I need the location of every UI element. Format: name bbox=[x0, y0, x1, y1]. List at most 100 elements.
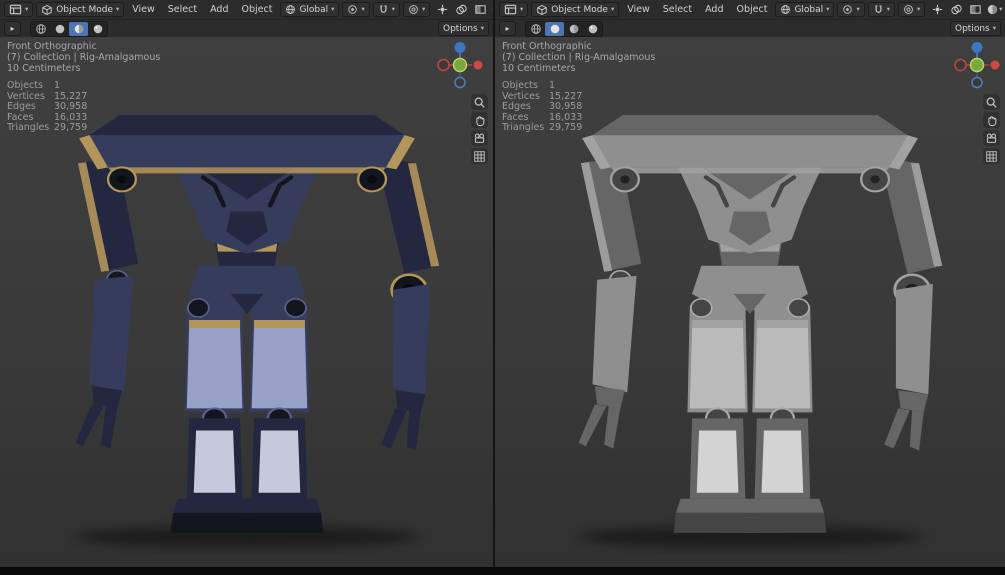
camera-view-button[interactable] bbox=[983, 130, 1000, 146]
show-overlays-button[interactable] bbox=[452, 2, 470, 17]
gizmo-axis-z-positive[interactable] bbox=[455, 42, 466, 53]
hand-icon bbox=[985, 114, 998, 127]
proportional-editing-button[interactable]: ▾ bbox=[898, 2, 925, 17]
grid-toggle-button[interactable] bbox=[471, 148, 488, 164]
menu-view[interactable]: View bbox=[127, 4, 160, 15]
menu-object[interactable]: Object bbox=[237, 4, 278, 15]
gizmo-axis-x-negative[interactable] bbox=[955, 60, 966, 71]
chevron-down-icon: ▾ bbox=[887, 6, 890, 13]
gizmo-axis-z-positive[interactable] bbox=[972, 42, 983, 53]
mode-select-button[interactable]: Object Mode ▾ bbox=[531, 2, 619, 17]
mode-select-button[interactable]: Object Mode ▾ bbox=[36, 2, 124, 17]
shading-wireframe-button[interactable] bbox=[31, 22, 50, 36]
pivot-point-icon bbox=[347, 4, 358, 15]
shading-rendered-button[interactable] bbox=[583, 22, 602, 36]
proportional-editing-button[interactable]: ▾ bbox=[403, 2, 430, 17]
gizmo-axis-x-positive[interactable] bbox=[991, 61, 1000, 70]
view-name: Front Orthographic bbox=[502, 41, 655, 52]
camera-view-button[interactable] bbox=[471, 130, 488, 146]
viewport-editor-icon bbox=[9, 3, 22, 16]
viewport-shading-button[interactable]: ▾ bbox=[985, 2, 1003, 17]
hand-icon bbox=[473, 114, 486, 127]
navigation-gizmo[interactable] bbox=[434, 39, 486, 91]
view-info-overlay: Front Orthographic (7) Collection | Rig-… bbox=[7, 41, 160, 74]
magnet-icon bbox=[873, 4, 884, 15]
snap-button[interactable]: ▾ bbox=[373, 2, 400, 17]
shading-mode-group bbox=[525, 21, 603, 37]
play-icon: ▸ bbox=[505, 24, 509, 33]
active-collection: (7) Collection | Rig-Amalgamous bbox=[502, 52, 655, 63]
mech-model-material-preview[interactable] bbox=[27, 93, 467, 555]
mech-model-solid-shading[interactable] bbox=[530, 93, 970, 555]
proportional-editing-icon bbox=[903, 4, 914, 15]
editor-type-button[interactable]: ▾ bbox=[499, 2, 528, 17]
play-icon: ▸ bbox=[10, 24, 14, 33]
chevron-down-icon: ▾ bbox=[392, 6, 395, 13]
shading-solid-button[interactable] bbox=[50, 22, 69, 36]
zoom-button[interactable] bbox=[471, 94, 488, 110]
object-mode-cube-icon bbox=[536, 4, 548, 16]
pivot-point-button[interactable]: ▾ bbox=[837, 2, 864, 17]
menu-add[interactable]: Add bbox=[700, 4, 728, 15]
navigation-gizmo[interactable] bbox=[951, 39, 1003, 91]
view-info-overlay: Front Orthographic (7) Collection | Rig-… bbox=[502, 41, 655, 74]
active-collection: (7) Collection | Rig-Amalgamous bbox=[7, 52, 160, 63]
xray-toggle-button[interactable] bbox=[966, 2, 984, 17]
gizmo-axis-x-negative[interactable] bbox=[438, 60, 449, 71]
gizmo-axis-z-negative[interactable] bbox=[455, 78, 465, 88]
viewport-header-left-row2: ▸ Options ▾ bbox=[0, 20, 493, 37]
transform-orientation-button[interactable]: Global ▾ bbox=[775, 2, 834, 17]
xray-toggle-button[interactable] bbox=[471, 2, 489, 17]
view-name: Front Orthographic bbox=[7, 41, 160, 52]
snap-button[interactable]: ▾ bbox=[868, 2, 895, 17]
zoom-button[interactable] bbox=[983, 94, 1000, 110]
grid-toggle-button[interactable] bbox=[983, 148, 1000, 164]
grid-scale: 10 Centimeters bbox=[7, 63, 160, 74]
chevron-down-icon: ▾ bbox=[116, 6, 119, 13]
gizmo-axis-z-negative[interactable] bbox=[972, 78, 982, 88]
camera-icon bbox=[985, 132, 998, 145]
shading-material-preview-button[interactable] bbox=[69, 22, 88, 36]
chevron-down-icon: ▾ bbox=[917, 6, 920, 13]
chevron-down-icon: ▾ bbox=[999, 6, 1002, 13]
shading-mode-group bbox=[30, 21, 108, 37]
gizmo-axis-y[interactable] bbox=[971, 59, 984, 72]
gizmo-axis-y[interactable] bbox=[454, 59, 467, 72]
viewport-3d-left[interactable]: Front Orthographic (7) Collection | Rig-… bbox=[0, 37, 493, 567]
object-mode-cube-icon bbox=[41, 4, 53, 16]
viewport-3d-right[interactable]: Front Orthographic (7) Collection | Rig-… bbox=[495, 37, 1005, 567]
shading-solid-button[interactable] bbox=[545, 22, 564, 36]
menu-select[interactable]: Select bbox=[163, 4, 202, 15]
stat-objects: Objects1 bbox=[7, 81, 87, 92]
show-gizmos-button[interactable] bbox=[433, 2, 451, 17]
pan-button[interactable] bbox=[983, 112, 1000, 128]
chevron-down-icon: ▾ bbox=[422, 6, 425, 13]
mode-label: Object Mode bbox=[551, 5, 608, 15]
options-button[interactable]: Options ▾ bbox=[438, 21, 489, 36]
menu-object[interactable]: Object bbox=[732, 4, 773, 15]
shading-material-preview-button[interactable] bbox=[564, 22, 583, 36]
stat-objects: Objects1 bbox=[502, 81, 582, 92]
viewport-tools bbox=[983, 94, 1000, 164]
header-toggle-cluster: ▾ bbox=[433, 2, 493, 17]
menu-view[interactable]: View bbox=[622, 4, 655, 15]
pan-button[interactable] bbox=[471, 112, 488, 128]
options-button[interactable]: Options ▾ bbox=[950, 21, 1001, 36]
transform-orientation-button[interactable]: Global ▾ bbox=[280, 2, 339, 17]
menu-select[interactable]: Select bbox=[658, 4, 697, 15]
show-overlays-button[interactable] bbox=[947, 2, 965, 17]
pivot-point-button[interactable]: ▾ bbox=[342, 2, 369, 17]
shading-wireframe-button[interactable] bbox=[526, 22, 545, 36]
toolbar-toggle-button[interactable]: ▸ bbox=[499, 21, 516, 36]
show-gizmos-button[interactable] bbox=[928, 2, 946, 17]
toolbar-toggle-button[interactable]: ▸ bbox=[4, 21, 21, 36]
editor-type-button[interactable]: ▾ bbox=[4, 2, 33, 17]
pivot-point-icon bbox=[842, 4, 853, 15]
status-bar-strip bbox=[0, 567, 1005, 575]
gizmo-axis-x-positive[interactable] bbox=[474, 61, 483, 70]
menu-add[interactable]: Add bbox=[205, 4, 233, 15]
magnifier-icon bbox=[985, 96, 998, 109]
shading-rendered-button[interactable] bbox=[88, 22, 107, 36]
grid-scale: 10 Centimeters bbox=[502, 63, 655, 74]
viewport-pane-left: ▾ Object Mode ▾ View Select Add Object G… bbox=[0, 0, 493, 567]
